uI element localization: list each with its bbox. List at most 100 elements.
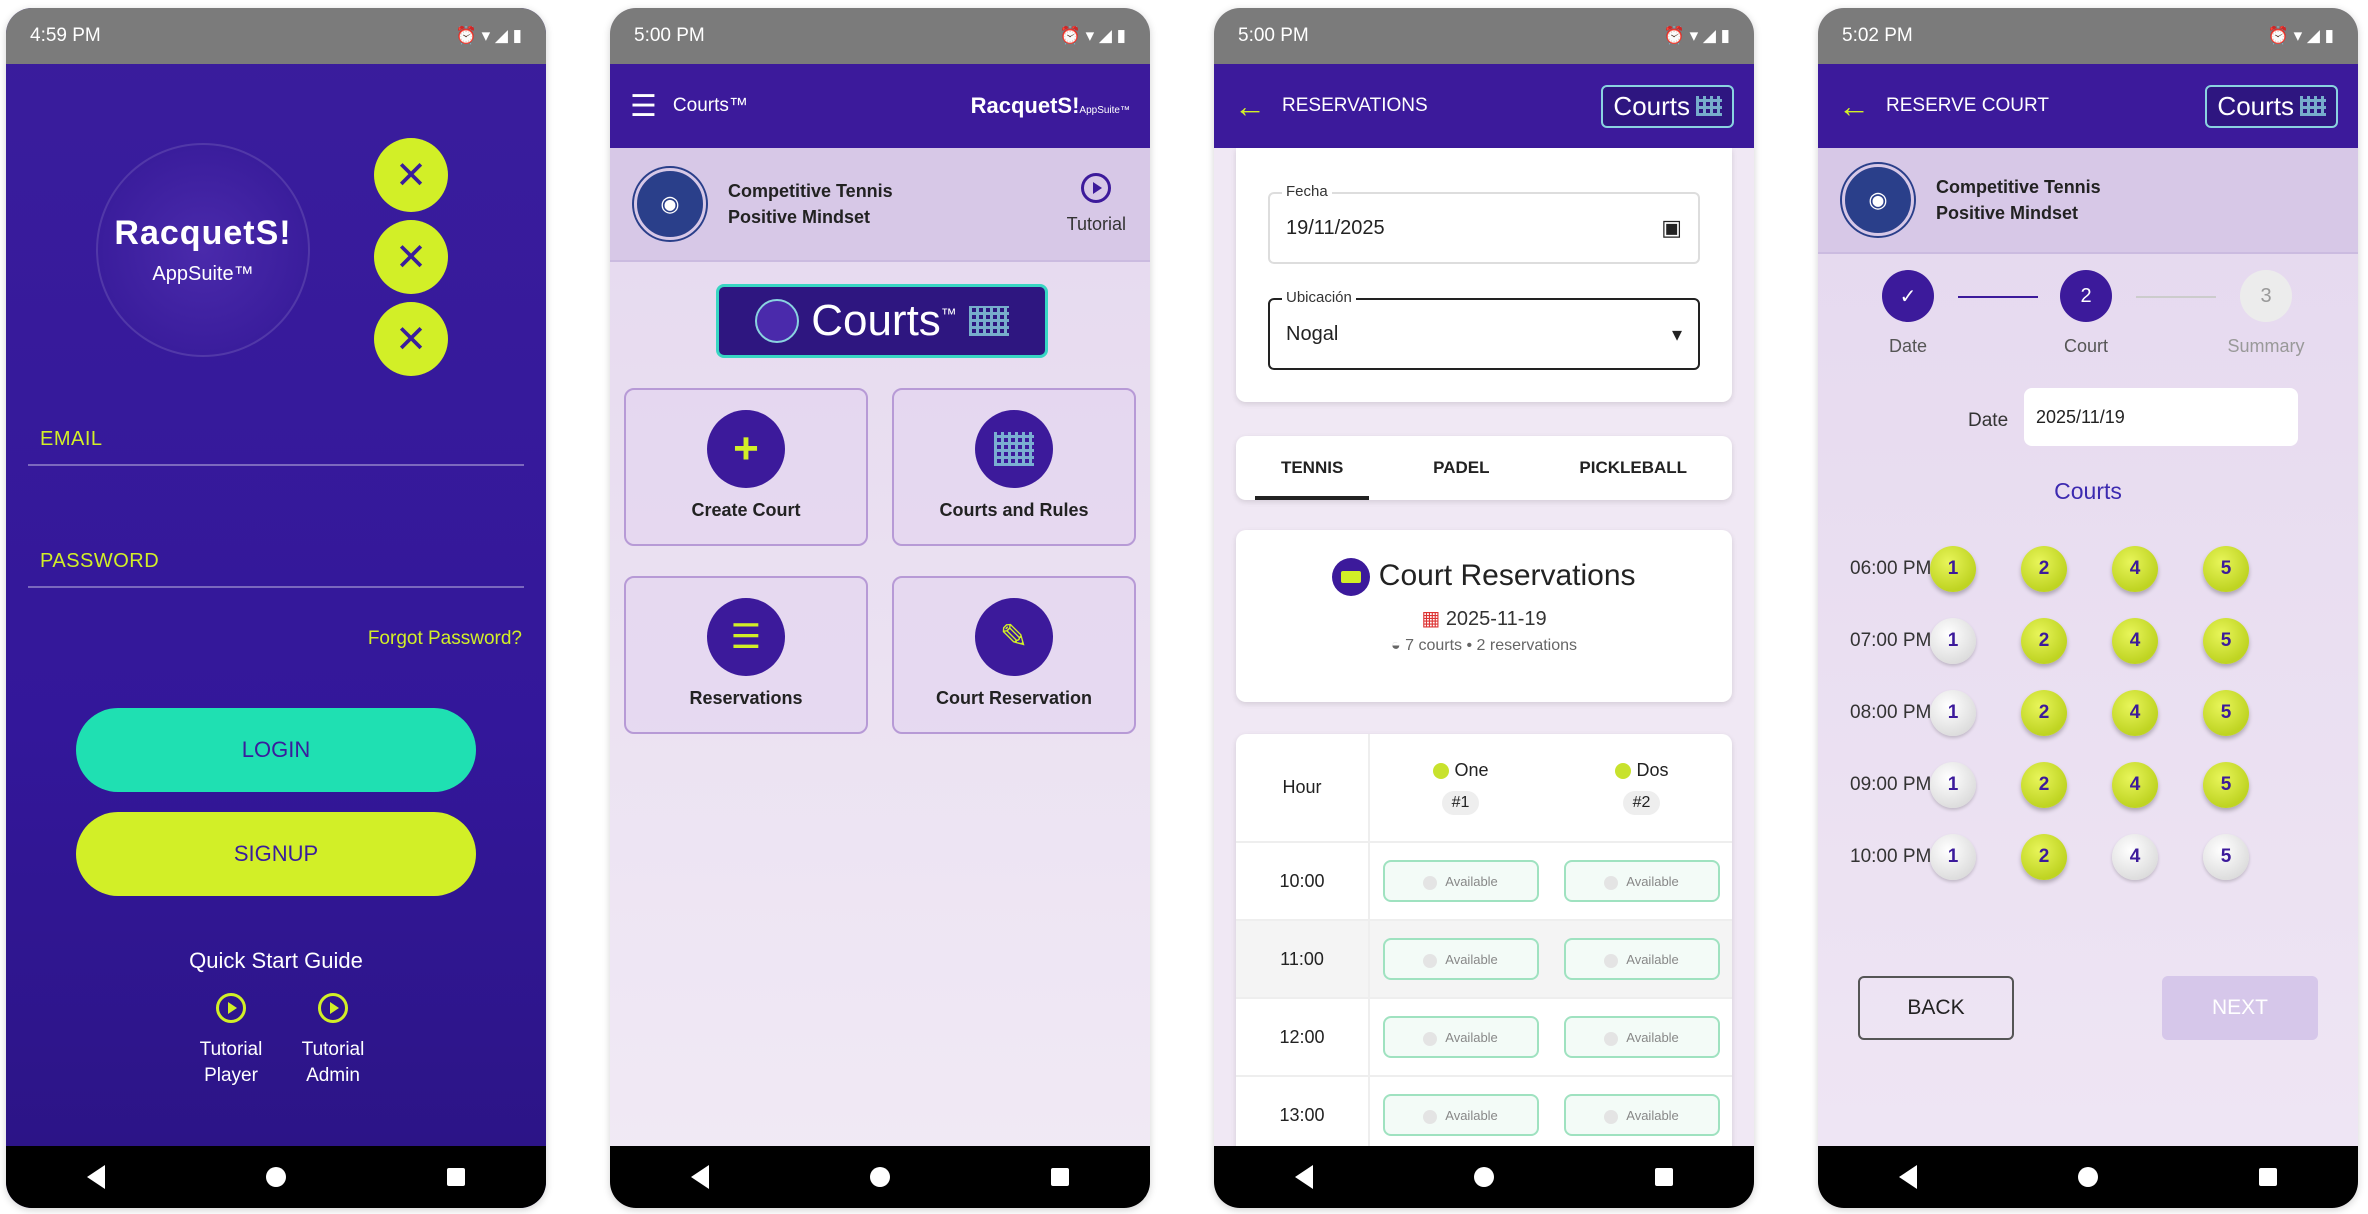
available-slot-button[interactable]: Available <box>1382 860 1539 902</box>
club-badge-icon: ◉ <box>634 168 706 240</box>
back-nav-icon[interactable] <box>1294 1165 1313 1189</box>
system-nav-bar <box>1818 1146 2358 1208</box>
courts-banner: Courts™ <box>716 284 1048 358</box>
courts-logo: Courts <box>1601 84 1734 128</box>
available-court-ball[interactable]: 4 <box>2112 546 2158 592</box>
tutorial-player-label: Tutorial Player <box>199 1039 263 1086</box>
logo-subtext: AppSuite™ <box>152 263 254 285</box>
location-select[interactable]: Ubicación Nogal ▾ <box>1268 289 1700 370</box>
back-nav-icon[interactable] <box>1898 1165 1917 1189</box>
unavailable-court-ball[interactable]: 5 <box>2203 834 2249 880</box>
recents-nav-icon[interactable] <box>1051 1168 1070 1186</box>
available-court-ball[interactable]: 5 <box>2203 690 2249 736</box>
tutorial-button[interactable]: Tutorial <box>1067 173 1126 235</box>
available-court-ball[interactable]: 5 <box>2203 618 2249 664</box>
home-nav-icon[interactable] <box>265 1167 286 1187</box>
play-icon <box>1081 173 1112 203</box>
courts-home-screen: 5:00 PM ⏰ ▾ ◢ ▮ ☰ Courts™ RacquetS!AppSu… <box>610 8 1150 1208</box>
date-field[interactable]: Fecha 19/11/2025 ▣ <box>1268 183 1700 264</box>
tutorial-admin-button[interactable]: Tutorial Admin <box>278 993 388 1089</box>
courts-and-rules-tile[interactable]: Courts and Rules <box>892 388 1136 546</box>
available-slot-button[interactable]: Available <box>1382 1016 1539 1058</box>
courts-heading: Courts <box>2054 478 2122 504</box>
password-field[interactable] <box>28 586 524 588</box>
next-button[interactable]: NEXT <box>2162 976 2318 1040</box>
calendar-icon: ▦ <box>1421 608 1441 630</box>
tutorial-label: Tutorial <box>1066 214 1126 234</box>
calendar-icon[interactable]: ▣ <box>1661 215 1682 241</box>
date-input[interactable]: 2025/11/19 <box>2024 388 2298 446</box>
available-slot-button[interactable]: Available <box>1563 1094 1720 1136</box>
back-button[interactable]: BACK <box>1858 976 2014 1040</box>
date-field-label: Fecha <box>1282 183 1332 200</box>
table-row: 13:00 Available Available <box>1236 1075 1732 1153</box>
home-nav-icon[interactable] <box>869 1167 890 1187</box>
table-header-row: Hour One #1 Dos #2 <box>1236 734 1732 842</box>
summary-card: Court Reservations ▦ 2025-11-19 ◒ 7 cour… <box>1236 530 1732 702</box>
available-court-ball[interactable]: 2 <box>2021 690 2067 736</box>
unavailable-court-ball[interactable]: 1 <box>1930 690 1976 736</box>
status-icons: ⏰ ▾ ◢ ▮ <box>1059 26 1126 45</box>
courts-logo: Courts <box>2205 84 2338 128</box>
tile-label: Reservations <box>689 688 803 708</box>
email-field[interactable] <box>28 464 524 466</box>
available-court-ball[interactable]: 2 <box>2021 762 2067 808</box>
court-reservation-tile[interactable]: ✎ Court Reservation <box>892 576 1136 734</box>
back-arrow-icon[interactable]: ← <box>1234 88 1266 125</box>
hour-cell: 10:00 <box>1236 841 1369 920</box>
play-icon <box>318 993 348 1023</box>
sport-tabs: TENNIS PADEL PICKLEBALL <box>1236 436 1732 500</box>
status-bar: 4:59 PM ⏰ ▾ ◢ ▮ <box>6 8 546 64</box>
tutorial-player-button[interactable]: Tutorial Player <box>176 993 286 1089</box>
available-court-ball[interactable]: 5 <box>2203 546 2249 592</box>
available-court-ball[interactable]: 4 <box>2112 690 2158 736</box>
create-court-tile[interactable]: + Create Court <box>624 388 868 546</box>
reservations-screen: 5:00 PM ⏰ ▾ ◢ ▮ ← RESERVATIONS Courts Fe… <box>1214 8 1754 1208</box>
tab-padel[interactable]: PADEL <box>1407 444 1515 492</box>
hour-cell: 13:00 <box>1236 1075 1369 1153</box>
unavailable-court-ball[interactable]: 1 <box>1930 834 1976 880</box>
back-arrow-icon[interactable]: ← <box>1838 88 1870 125</box>
unavailable-court-ball[interactable]: 4 <box>2112 834 2158 880</box>
slot-status: Available <box>1445 1030 1498 1045</box>
available-court-ball[interactable]: 5 <box>2203 762 2249 808</box>
reservations-tile[interactable]: ☰ Reservations <box>624 576 868 734</box>
step-summary-label: Summary <box>2227 336 2305 356</box>
recents-nav-icon[interactable] <box>447 1168 466 1186</box>
available-court-ball[interactable]: 4 <box>2112 762 2158 808</box>
courts-grid-icon <box>1696 96 1722 116</box>
status-bar: 5:00 PM ⏰ ▾ ◢ ▮ <box>610 8 1150 64</box>
available-slot-button[interactable]: Available <box>1563 1016 1720 1058</box>
tab-pickleball[interactable]: PICKLEBALL <box>1553 444 1713 492</box>
available-slot-button[interactable]: Available <box>1563 860 1720 902</box>
step-court-label: Court <box>2063 336 2108 356</box>
forgot-password-link[interactable]: Forgot Password? <box>368 628 522 650</box>
back-nav-icon[interactable] <box>86 1165 105 1189</box>
unavailable-court-ball[interactable]: 1 <box>1930 618 1976 664</box>
available-court-ball[interactable]: 2 <box>2021 546 2067 592</box>
date-label: Date <box>1968 410 2009 431</box>
home-nav-icon[interactable] <box>2077 1167 2098 1187</box>
available-slot-button[interactable]: Available <box>1563 938 1720 980</box>
status-time: 4:59 PM <box>30 25 101 46</box>
appbar-title: RESERVATIONS <box>1282 95 1428 116</box>
available-court-ball[interactable]: 1 <box>1930 546 1976 592</box>
unavailable-court-ball[interactable]: 1 <box>1930 762 1976 808</box>
available-court-ball[interactable]: 2 <box>2021 618 2067 664</box>
signup-button[interactable]: SIGNUP <box>76 812 476 896</box>
menu-icon[interactable]: ☰ <box>630 89 657 124</box>
available-court-ball[interactable]: 2 <box>2021 834 2067 880</box>
status-bar: 5:02 PM ⏰ ▾ ◢ ▮ <box>1818 8 2358 64</box>
available-slot-button[interactable]: Available <box>1382 1094 1539 1136</box>
club-line-2: Positive Mindset <box>1936 203 2079 223</box>
home-nav-icon[interactable] <box>1473 1167 1494 1187</box>
back-nav-icon[interactable] <box>690 1165 709 1189</box>
available-court-ball[interactable]: 4 <box>2112 618 2158 664</box>
available-slot-button[interactable]: Available <box>1382 938 1539 980</box>
tab-tennis[interactable]: TENNIS <box>1254 444 1370 500</box>
recents-nav-icon[interactable] <box>1655 1168 1674 1186</box>
login-button[interactable]: LOGIN <box>76 708 476 792</box>
step-date-label: Date <box>1888 336 1928 356</box>
recents-nav-icon[interactable] <box>2259 1168 2278 1186</box>
court-number-chip: #2 <box>1622 791 1661 815</box>
